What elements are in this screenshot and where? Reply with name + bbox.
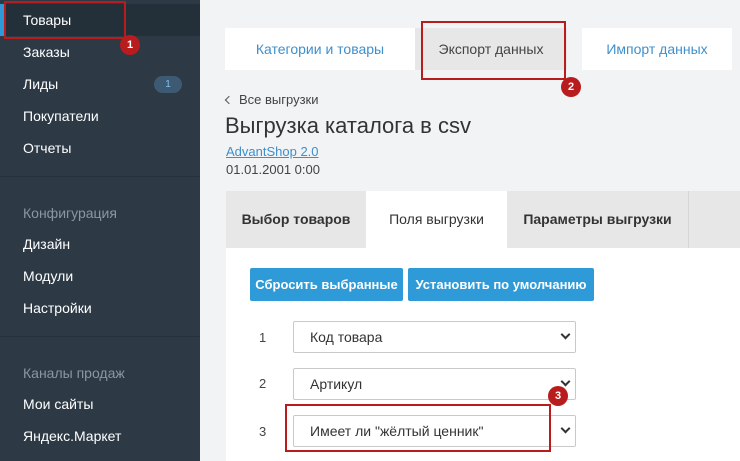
sidebar-item-label: Покупатели: [23, 108, 99, 124]
tab-export-fields[interactable]: Поля выгрузки: [366, 191, 507, 248]
sidebar-item-label: Дизайн: [23, 236, 71, 252]
sidebar-item-my-sites[interactable]: Мои сайты: [0, 388, 200, 420]
set-default-button[interactable]: Установить по умолчанию: [408, 268, 594, 301]
reset-selected-button[interactable]: Сбросить выбранные: [250, 268, 403, 301]
field-select-value: Код товара: [310, 329, 383, 345]
highlight-box-2: [421, 21, 566, 80]
annotation-marker-1: 1: [120, 35, 140, 55]
sidebar-divider: [0, 176, 200, 177]
back-link-label: Все выгрузки: [239, 92, 319, 107]
sidebar-item-label: Заказы: [23, 44, 70, 60]
highlight-box-1: [4, 1, 126, 39]
page-title: Выгрузка каталога в csv: [225, 113, 471, 138]
sidebar-item-label: Модули: [23, 268, 74, 284]
sidebar-item-reports[interactable]: Отчеты: [0, 132, 200, 164]
highlight-box-3: [285, 404, 551, 452]
sidebar-item-label: Лиды: [23, 76, 59, 92]
sidebar-item-label: Яндекс.Маркет: [23, 428, 122, 444]
tab-categories-and-products[interactable]: Категории и товары: [225, 28, 415, 70]
field-row-number: 3: [259, 424, 267, 439]
sidebar-item-leads[interactable]: Лиды 1: [0, 68, 200, 100]
sidebar-item-modules[interactable]: Модули: [0, 260, 200, 292]
sidebar-item-orders[interactable]: Заказы: [0, 36, 200, 68]
field-select-1[interactable]: Код товара: [293, 321, 576, 353]
leads-count-badge: 1: [154, 76, 182, 93]
tab-export-parameters[interactable]: Параметры выгрузки: [507, 191, 688, 248]
field-row-number: 2: [259, 376, 267, 391]
chevron-down-icon: [560, 329, 571, 340]
field-row-number: 1: [259, 330, 267, 345]
sidebar-item-label: Мои сайты: [23, 396, 94, 412]
sidebar-section-configuration: Конфигурация: [23, 205, 117, 221]
sidebar-item-yandex-market[interactable]: Яндекс.Маркет: [0, 420, 200, 452]
field-select-2[interactable]: Артикул: [293, 368, 576, 400]
chevron-left-icon: [224, 95, 234, 105]
sidebar-divider: [0, 336, 200, 337]
annotation-marker-3: 3: [548, 386, 568, 406]
export-date: 01.01.2001 0:00: [226, 162, 320, 177]
sidebar-section-sales-channels: Каналы продаж: [23, 365, 125, 381]
sidebar-item-settings[interactable]: Настройки: [0, 292, 200, 324]
sidebar-item-design[interactable]: Дизайн: [0, 228, 200, 260]
sidebar-item-customers[interactable]: Покупатели: [0, 100, 200, 132]
chevron-down-icon: [560, 423, 571, 434]
export-format-link[interactable]: AdvantShop 2.0: [226, 144, 319, 159]
tabs-filler: [688, 191, 740, 248]
sidebar: Товары Заказы Лиды 1 Покупатели Отчеты К…: [0, 0, 200, 461]
sidebar-item-label: Настройки: [23, 300, 92, 316]
back-to-all-exports-link[interactable]: Все выгрузки: [224, 92, 319, 107]
tab-product-selection[interactable]: Выбор товаров: [226, 191, 366, 248]
tab-data-import[interactable]: Импорт данных: [582, 28, 732, 70]
annotation-marker-2: 2: [561, 77, 581, 97]
chevron-down-icon: [560, 376, 571, 387]
sidebar-item-label: Отчеты: [23, 140, 72, 156]
field-select-value: Артикул: [310, 376, 363, 392]
inner-tabs: Выбор товаров Поля выгрузки Параметры вы…: [226, 191, 740, 248]
